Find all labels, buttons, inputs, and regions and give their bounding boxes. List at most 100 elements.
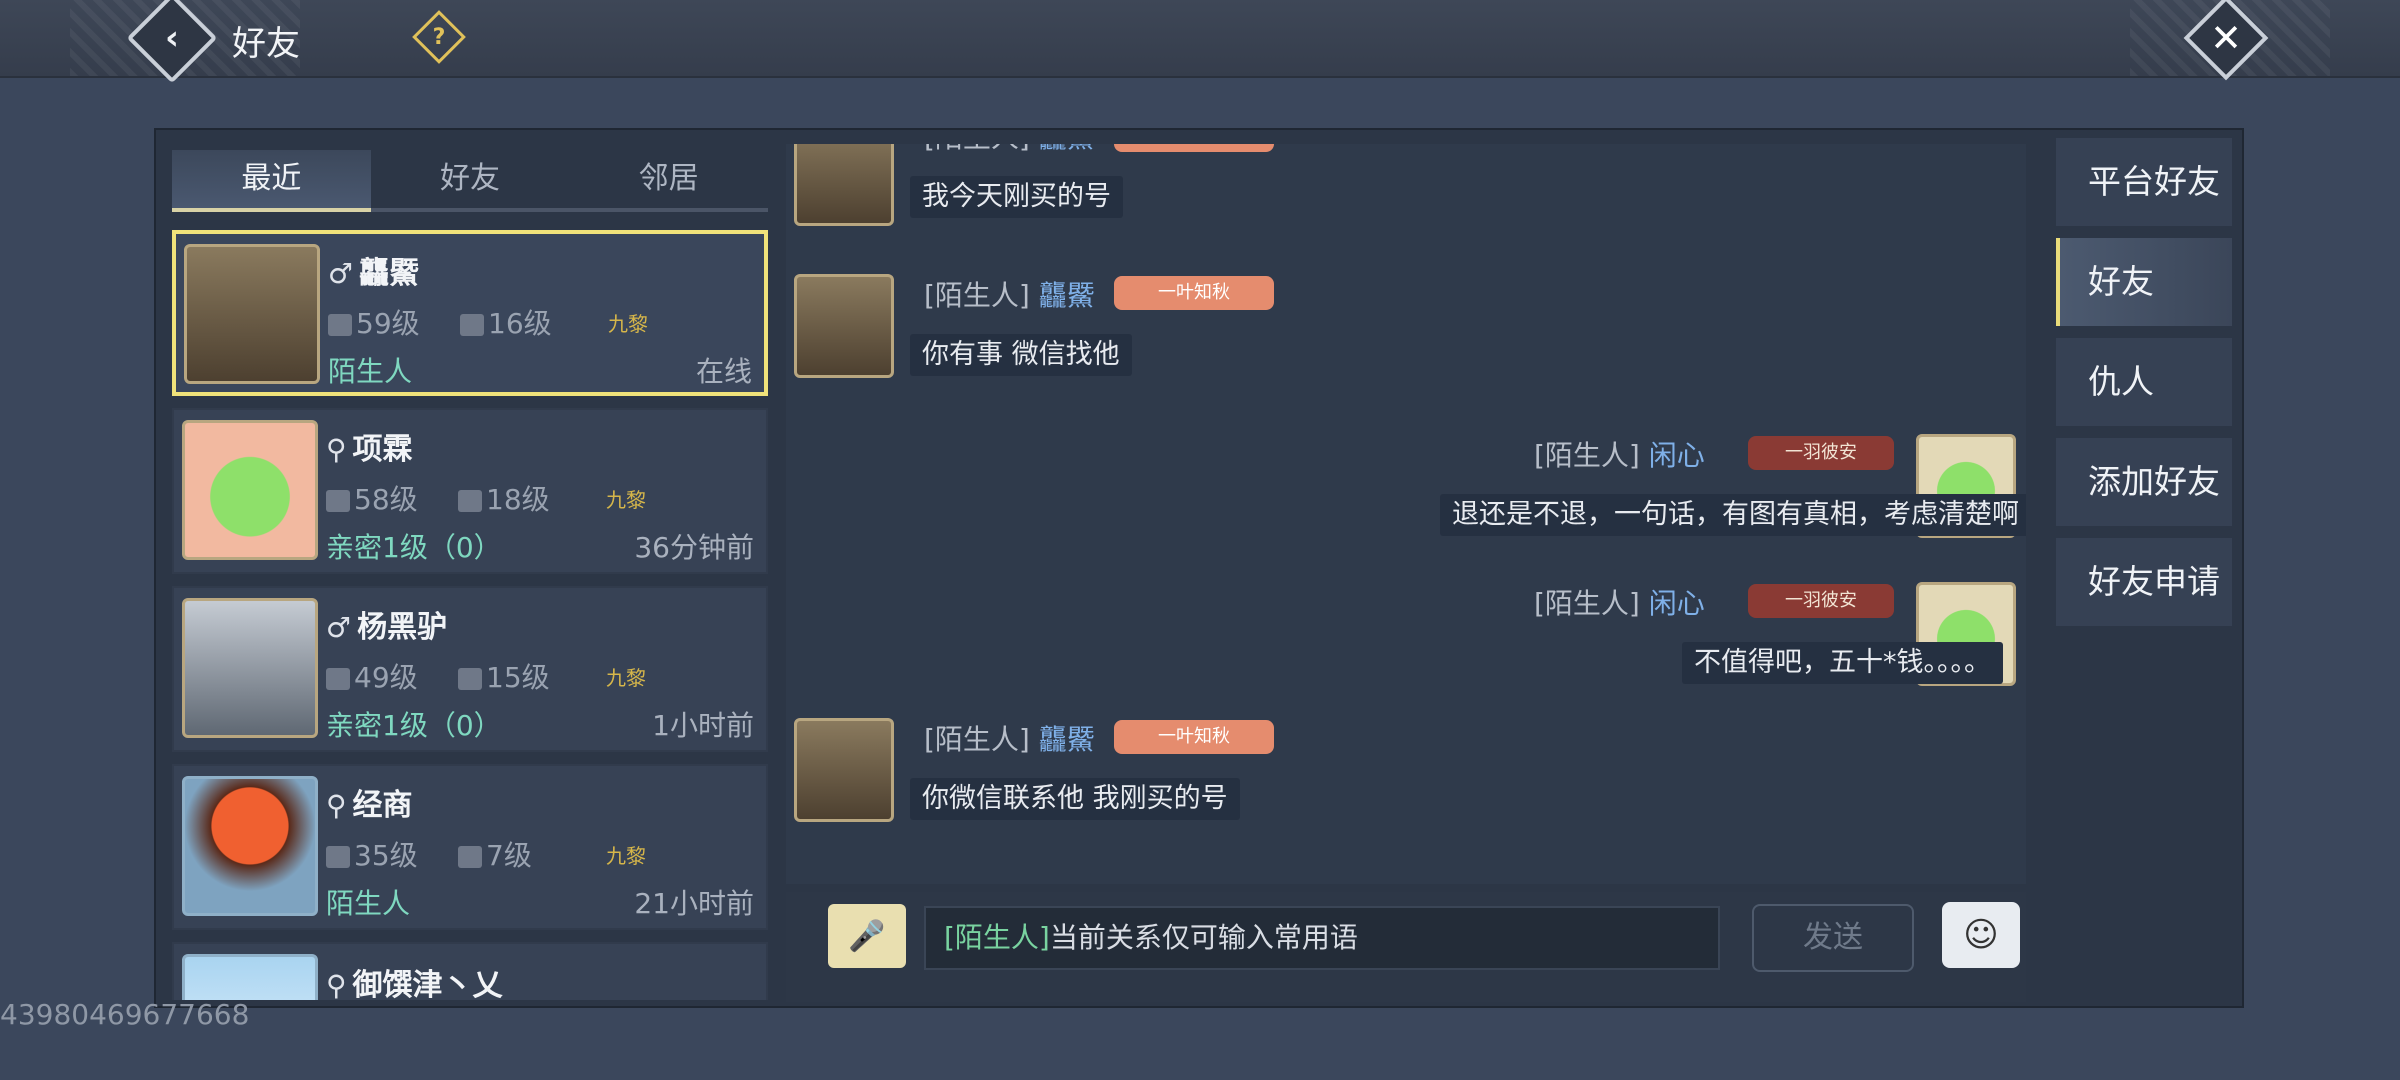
friend-name: 御馔津丶乂 <box>352 968 503 1000</box>
chat-message: [陌生人] 龘鱀 一叶知秋 我今天刚买的号 <box>786 144 2026 244</box>
house-icon <box>458 490 482 512</box>
home-level-text: 15级 <box>486 661 550 694</box>
player-level-text: 35级 <box>354 839 418 872</box>
gender-male-icon: ♂ <box>328 257 354 290</box>
sender-tag: [陌生人] <box>1534 439 1640 472</box>
gender-unknown-icon: ⚲ <box>326 789 347 822</box>
relation-status: 亲密1级（0） <box>326 709 502 742</box>
title-badge: 一叶知秋 <box>1114 276 1274 310</box>
sender-tag: [陌生人] <box>924 279 1030 312</box>
avatar <box>182 420 318 560</box>
side-item-friends[interactable]: 好友 <box>2056 238 2232 326</box>
online-status: 在线 <box>695 355 752 388</box>
player-level-text: 49级 <box>354 661 418 694</box>
chat-history[interactable]: [陌生人] 龘鱀 一叶知秋 我今天刚买的号 [陌生人] 龘鱀 一叶知秋 你有事 … <box>786 144 2026 884</box>
watermark-id: 43980469677668 <box>0 998 250 1031</box>
friend-name-row: ♂ 杨黑驴 <box>326 602 447 646</box>
sender-meta: [陌生人] 闲心 <box>1534 434 1705 474</box>
home-level: 15级 <box>458 656 550 696</box>
help-button[interactable]: ? <box>412 10 466 64</box>
message-bubble: 退还是不退，一句话，有图有真相，考虑清楚啊 <box>1440 494 2026 536</box>
level-icon <box>326 668 350 690</box>
sender-name: 闲心 <box>1648 439 1705 472</box>
friend-list[interactable]: ♂ 龘鱀 59级 16级 九黎 陌生人 在线 ⚲ 项霖 58级 18级 九黎 亲密1… <box>172 230 768 1000</box>
player-level: 35级 <box>326 834 418 874</box>
player-level: 58级 <box>326 478 418 518</box>
side-item-platform-friends[interactable]: 平台好友 <box>2056 138 2232 226</box>
send-button[interactable]: 发送 <box>1752 904 1914 972</box>
gender-male-icon: ♂ <box>326 611 352 644</box>
friend-name-row: ⚲ 御馔津丶乂 <box>326 960 503 1000</box>
chat-input-field[interactable]: [陌生人]当前关系仅可输入常用语 <box>924 906 1720 970</box>
relation-status: 陌生人 <box>328 355 413 388</box>
home-level-text: 16级 <box>488 307 552 340</box>
side-item-friend-requests[interactable]: 好友申请 <box>2056 538 2232 626</box>
sender-name: 龘鱀 <box>1038 279 1095 312</box>
sender-name: 龘鱀 <box>1039 144 1095 154</box>
friend-list-item[interactable]: ♂ 杨黑驴 49级 15级 九黎 亲密1级（0） 1小时前 <box>172 586 768 752</box>
message-bubble: 我今天刚买的号 <box>910 176 1123 218</box>
last-online: 36分钟前 <box>634 531 754 564</box>
sender-meta: [陌生人] 龘鱀 <box>924 718 1095 758</box>
friend-list-item[interactable]: ⚲ 御馔津丶乂 <box>172 942 768 1000</box>
house-icon <box>458 846 482 868</box>
emoji-button[interactable]: ☺ <box>1942 902 2020 968</box>
sender-tag: [陌生人] <box>924 723 1030 756</box>
relation-status: 亲密1级（0） <box>326 531 502 564</box>
message-bubble: 你有事 微信找他 <box>910 334 1132 376</box>
sender-name: 龘鱀 <box>1038 723 1095 756</box>
last-online: 1小时前 <box>652 709 754 742</box>
home-level-text: 18级 <box>486 483 550 516</box>
friend-list-item[interactable]: ♂ 龘鱀 59级 16级 九黎 陌生人 在线 <box>172 230 768 396</box>
question-mark-icon: ? <box>432 24 446 50</box>
sender-avatar <box>794 274 894 378</box>
gender-unknown-icon: ⚲ <box>326 969 347 1000</box>
friend-name-row: ⚲ 经商 <box>326 780 413 824</box>
avatar <box>184 244 320 384</box>
avatar <box>182 598 318 738</box>
side-item-enemies[interactable]: 仇人 <box>2056 338 2232 426</box>
side-item-add-friend[interactable]: 添加好友 <box>2056 438 2232 526</box>
house-icon <box>458 668 482 690</box>
chat-message: [陌生人] 闲心 一羽彼安 不值得吧，五十*钱。。。。 <box>786 582 2026 722</box>
back-arrow-icon: ‹ <box>164 18 179 58</box>
friend-list-item[interactable]: ⚲ 经商 35级 7级 九黎 陌生人 21小时前 <box>172 764 768 930</box>
chat-message: [陌生人] 龘鱀 一叶知秋 你有事 微信找他 <box>786 274 2026 414</box>
level-icon <box>326 846 350 868</box>
player-level-text: 59级 <box>356 307 420 340</box>
sender-tag: [陌生人] <box>1534 587 1640 620</box>
title-badge: 一叶知秋 <box>1114 144 1274 152</box>
input-relation-tag: [陌生人] <box>944 921 1050 954</box>
friend-name-row: ♂ 龘鱀 <box>328 248 419 292</box>
friend-list-item[interactable]: ⚲ 项霖 58级 18级 九黎 亲密1级（0） 36分钟前 <box>172 408 768 574</box>
friend-name: 龘鱀 <box>359 256 420 291</box>
sender-meta: [陌生人] 龘鱀 <box>924 274 1095 314</box>
page-title: 好友 <box>232 24 300 64</box>
smiley-icon: ☺ <box>1963 915 1999 955</box>
player-level: 59级 <box>328 302 420 342</box>
friend-name: 项霖 <box>352 432 413 467</box>
sender-name: 闲心 <box>1648 587 1705 620</box>
close-icon: ✕ <box>2210 16 2242 60</box>
chat-message: [陌生人] 龘鱀 一叶知秋 你微信联系他 我刚买的号 <box>786 718 2026 858</box>
level-icon <box>326 490 350 512</box>
message-bubble: 不值得吧，五十*钱。。。。 <box>1682 642 2003 684</box>
top-bar: ‹ 好友 ? ✕ <box>0 0 2400 84</box>
friend-name: 杨黑驴 <box>357 610 448 645</box>
input-placeholder: 当前关系仅可输入常用语 <box>1049 921 1358 954</box>
faction-label: 九黎 <box>606 844 646 868</box>
sender-meta: [陌生人] 闲心 <box>1534 582 1705 622</box>
chat-message: [陌生人] 闲心 一羽彼安 退还是不退，一句话，有图有真相，考虑清楚啊 <box>786 434 2026 574</box>
voice-button[interactable]: 🎤 <box>828 904 906 968</box>
sender-avatar <box>794 718 894 822</box>
tab-neighbors[interactable]: 邻居 <box>569 150 769 212</box>
faction-label: 九黎 <box>608 312 648 336</box>
title-badge: 一叶知秋 <box>1114 720 1274 754</box>
faction-label: 九黎 <box>606 666 646 690</box>
player-level-text: 58级 <box>354 483 418 516</box>
player-level: 49级 <box>326 656 418 696</box>
tab-friends[interactable]: 好友 <box>370 150 570 212</box>
chat-input-bar: 🎤 [陌生人]当前关系仅可输入常用语 发送 ☺ <box>786 892 2026 1002</box>
sender-avatar <box>794 144 894 226</box>
tab-recent[interactable]: 最近 <box>172 150 371 212</box>
